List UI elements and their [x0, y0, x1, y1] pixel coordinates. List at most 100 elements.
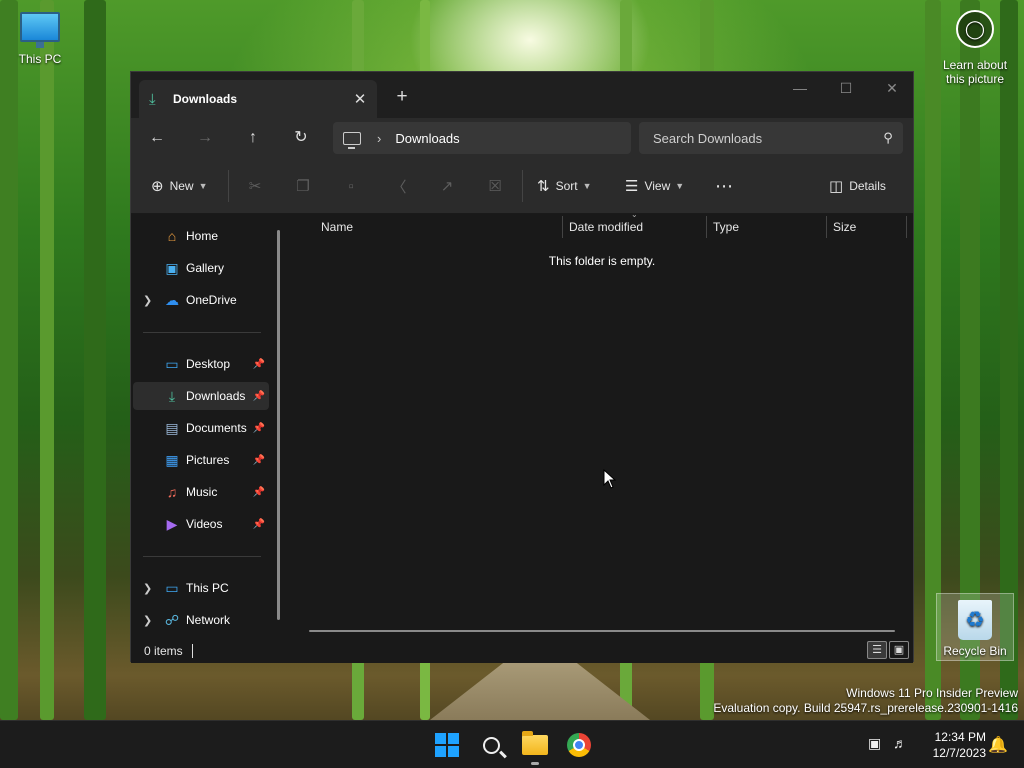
- column-header-type[interactable]: Type: [713, 214, 739, 240]
- sidebar-item-label: Gallery: [186, 261, 225, 275]
- download-icon: ⤓: [149, 90, 156, 108]
- search-box[interactable]: ⚲: [639, 122, 903, 154]
- pin-icon: 📌: [252, 422, 265, 434]
- address-bar[interactable]: › Downloads: [333, 122, 631, 154]
- video-icon: ▶: [166, 515, 178, 532]
- tab-downloads[interactable]: ⤓ Downloads ✕: [139, 80, 377, 118]
- sidebar-item-downloads[interactable]: ⤓ Downloads 📌: [133, 382, 269, 410]
- chevron-right-icon[interactable]: ❯: [143, 582, 152, 595]
- sidebar-item-label: Music: [186, 485, 218, 499]
- close-window-button[interactable]: ✕: [869, 74, 915, 104]
- chrome-taskbar-button[interactable]: [565, 731, 593, 759]
- new-button[interactable]: ⊕ New ▼: [151, 172, 208, 200]
- sidebar-item-home[interactable]: ⌂ Home: [133, 222, 269, 250]
- learn-label: Learn about this picture: [942, 58, 1008, 86]
- search-input[interactable]: [653, 130, 873, 146]
- column-header-name[interactable]: Name: [321, 214, 353, 240]
- sidebar-item-label: Home: [186, 229, 219, 243]
- system-clock[interactable]: 12:34 PM 12/7/2023: [920, 729, 986, 761]
- chevron-right-icon[interactable]: ❯: [143, 294, 152, 307]
- sidebar-item-videos[interactable]: ▶ Videos 📌: [133, 510, 269, 538]
- sidebar-item-label: This PC: [186, 581, 229, 595]
- nav-scrollbar[interactable]: [277, 230, 280, 620]
- desktop-icon-this-pc[interactable]: This PC: [14, 12, 66, 66]
- sidebar-item-gallery[interactable]: ▣ Gallery: [133, 254, 269, 282]
- horizontal-scrollbar[interactable]: [309, 630, 895, 632]
- download-icon: ⤓: [168, 387, 176, 404]
- notification-bell-icon[interactable]: 🔔: [988, 735, 1008, 755]
- sort-icon: ⇅: [537, 178, 550, 195]
- minimize-button[interactable]: —: [777, 74, 823, 104]
- chevron-right-icon[interactable]: ›: [377, 131, 381, 146]
- file-list: Name ⌄ Date modified Type Size This fold…: [289, 210, 913, 639]
- search-icon: ⚲: [883, 130, 893, 145]
- delete-button[interactable]: ☒: [481, 172, 509, 200]
- document-icon: ▤: [165, 419, 179, 436]
- forward-button[interactable]: →: [189, 124, 221, 152]
- breadcrumb-downloads[interactable]: Downloads: [395, 131, 459, 146]
- new-tab-button[interactable]: +: [389, 84, 415, 110]
- title-bar: ⤓ Downloads ✕ + — ☐ ✕: [131, 72, 913, 118]
- cut-button[interactable]: ✂: [241, 172, 269, 200]
- desktop-icon-recycle-bin[interactable]: ♻ Recycle Bin: [936, 593, 1014, 661]
- sidebar-item-this-pc[interactable]: ❯ ▭ This PC: [133, 574, 269, 602]
- column-header-size[interactable]: Size: [833, 214, 856, 240]
- close-tab-icon[interactable]: ✕: [349, 90, 371, 108]
- sidebar-item-documents[interactable]: ▤ Documents 📌: [133, 414, 269, 442]
- sidebar-item-desktop[interactable]: ▭ Desktop 📌: [133, 350, 269, 378]
- sort-button[interactable]: ⇅ Sort ▼: [537, 172, 592, 200]
- sort-label: Sort: [555, 179, 578, 193]
- pin-icon: 📌: [252, 390, 265, 402]
- windows-logo-icon: [435, 733, 459, 757]
- desktop-icon-label: This PC: [18, 52, 62, 66]
- sidebar-item-pictures[interactable]: ▦ Pictures 📌: [133, 446, 269, 474]
- share-button[interactable]: ↗: [433, 172, 461, 200]
- details-view-button[interactable]: ☰: [867, 641, 887, 659]
- network-status-icon[interactable]: ▣: [868, 735, 881, 752]
- clock-time: 12:34 PM: [934, 730, 986, 744]
- sidebar-item-network[interactable]: ❯ ☍ Network: [133, 606, 269, 634]
- chrome-icon: [567, 733, 591, 757]
- pin-icon: 📌: [252, 454, 265, 466]
- rename-button[interactable]: 〈: [385, 172, 413, 200]
- search-icon: [482, 736, 500, 754]
- pin-icon: 📌: [252, 518, 265, 530]
- os-watermark: Windows 11 Pro Insider Preview Evaluatio…: [713, 686, 1018, 716]
- copy-button[interactable]: ❐: [289, 172, 317, 200]
- navigation-pane: ⌂ Home ▣ Gallery ❯ ☁ OneDrive ▭ Desktop …: [131, 214, 289, 639]
- column-header-date-modified[interactable]: Date modified: [569, 214, 643, 240]
- view-label: View: [644, 179, 671, 193]
- recycle-bin-icon: ♻: [958, 600, 992, 640]
- tiles-view-button[interactable]: ▣: [889, 641, 909, 659]
- home-icon: ⌂: [167, 228, 177, 244]
- watermark-line: Evaluation copy. Build 25947.rs_prerelea…: [713, 701, 1018, 715]
- back-button[interactable]: ←: [141, 124, 173, 152]
- running-indicator: [531, 762, 539, 765]
- volume-muted-icon[interactable]: ♬: [893, 735, 907, 751]
- empty-folder-message: This folder is empty.: [548, 254, 656, 268]
- camera-icon: ◯: [956, 10, 994, 48]
- details-button[interactable]: ◫ Details: [829, 172, 886, 200]
- network-icon: ☍: [164, 611, 180, 628]
- address-bar-row: ← → ↑ ↻ › Downloads ⚲: [131, 118, 913, 158]
- monitor-icon: [20, 12, 60, 48]
- file-explorer-taskbar-button[interactable]: [521, 731, 549, 759]
- computer-icon: ▭: [165, 579, 179, 596]
- computer-icon: [343, 131, 361, 149]
- view-button[interactable]: ☰ View ▼: [625, 172, 684, 200]
- chevron-down-icon: ▼: [675, 181, 685, 191]
- sidebar-item-music[interactable]: ♫ Music 📌: [133, 478, 269, 506]
- up-button[interactable]: ↑: [237, 124, 269, 152]
- plus-circle-icon: ⊕: [151, 178, 164, 195]
- refresh-button[interactable]: ↻: [285, 124, 317, 152]
- start-button[interactable]: [433, 731, 461, 759]
- search-button[interactable]: [477, 731, 505, 759]
- more-options-icon[interactable]: ⋯: [715, 172, 733, 200]
- pictures-icon: ▦: [165, 451, 179, 468]
- maximize-button[interactable]: ☐: [823, 74, 869, 104]
- chevron-right-icon[interactable]: ❯: [143, 614, 152, 627]
- divider: [143, 556, 261, 557]
- sidebar-item-onedrive[interactable]: ❯ ☁ OneDrive: [133, 286, 269, 314]
- learn-about-picture[interactable]: ◯ Learn about this picture: [938, 10, 1012, 86]
- paste-button[interactable]: ▫: [337, 172, 365, 200]
